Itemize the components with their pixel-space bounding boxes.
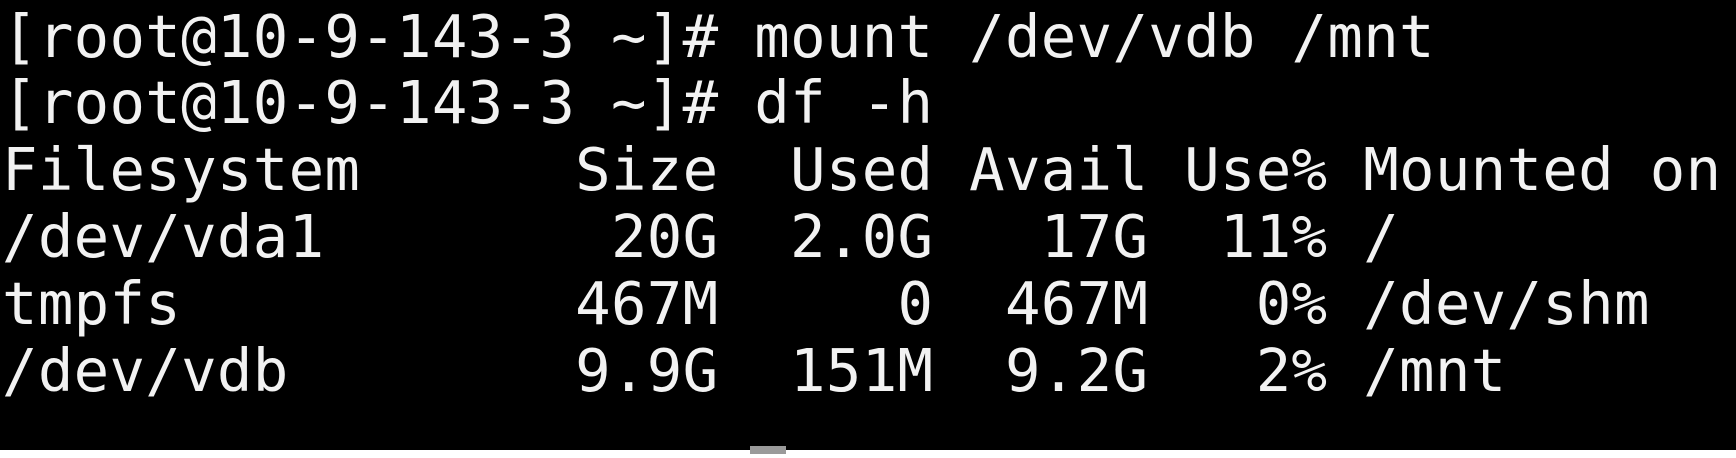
command-line-df: [root@10-9-143-3 ~]# df -h bbox=[2, 66, 933, 140]
window-bottom-edge bbox=[0, 450, 1736, 458]
command-text: mount /dev/vdb /mnt bbox=[718, 2, 1435, 71]
terminal-window[interactable]: [root@10-9-143-3 ~]# mount /dev/vdb /mnt… bbox=[0, 0, 1736, 450]
shell-prompt: [root@10-9-143-3 ~]# bbox=[2, 2, 719, 71]
df-row-vdb: /dev/vdb 9.9G 151M 9.2G 2% /mnt bbox=[2, 336, 1507, 405]
df-row-tmpfs: tmpfs 467M 0 467M 0% /dev/shm bbox=[2, 269, 1650, 338]
df-row-vda1: /dev/vda1 20G 2.0G 17G 11% / bbox=[2, 202, 1400, 271]
resize-handle[interactable] bbox=[750, 446, 786, 454]
command-line-mount: [root@10-9-143-3 ~]# mount /dev/vdb /mnt bbox=[2, 0, 1435, 74]
shell-prompt: [root@10-9-143-3 ~]# bbox=[2, 68, 719, 137]
command-text: df -h bbox=[718, 68, 934, 137]
df-header-row: Filesystem Size Used Avail Use% Mounted … bbox=[2, 135, 1722, 204]
